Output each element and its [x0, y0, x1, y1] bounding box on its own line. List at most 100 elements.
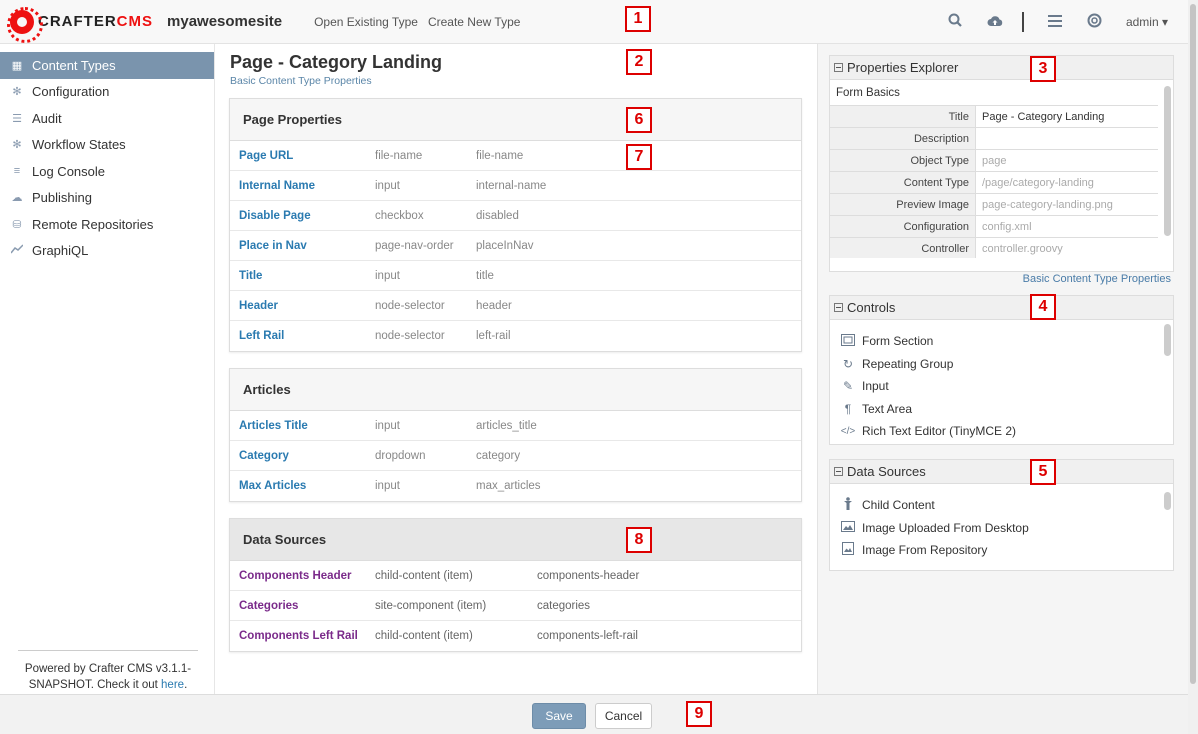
field-row[interactable]: Articles Title input articles_title	[230, 411, 801, 441]
annotation-marker: 5	[1030, 459, 1056, 485]
property-input[interactable]	[976, 128, 1158, 149]
property-row: Controller controller.groovy	[830, 238, 1158, 258]
cloud-upload-icon[interactable]	[986, 14, 1004, 31]
page-title: Page - Category Landing	[230, 52, 443, 72]
form-section-page-properties[interactable]: Page Properties Page URL file-name file-na…	[229, 98, 802, 352]
annotation-marker: 1	[625, 6, 651, 32]
top-navbar: CRAFTERCMS myawesomesite Open Existing T…	[0, 0, 1198, 44]
collapse-icon[interactable]	[834, 467, 843, 476]
sidebar-item-graphiql[interactable]: GraphiQL	[0, 238, 214, 265]
control-form-section[interactable]: Form Section	[830, 330, 1173, 353]
controls-header[interactable]: Controls	[830, 296, 1173, 320]
section-title[interactable]: Articles	[230, 369, 801, 411]
sidebar-item-workflow-states[interactable]: ✻ Workflow States	[0, 132, 214, 159]
sidebar-item-audit[interactable]: ☰ Audit	[0, 105, 214, 132]
list-icon: ☰	[12, 112, 22, 125]
paragraph-icon: ¶	[844, 401, 852, 416]
control-rich-text-editor[interactable]: </> Rich Text Editor (TinyMCE 2)	[830, 420, 1173, 443]
datasource-image-repository[interactable]: Image From Repository	[830, 539, 1173, 562]
controls-panel: Controls Form Section ↻ Repeating Group …	[829, 295, 1174, 445]
datasource-row[interactable]: Components Left Rail child-content (item)…	[230, 621, 801, 651]
annotation-marker: 2	[626, 49, 652, 75]
property-input[interactable]: /page/category-landing	[976, 172, 1158, 193]
field-row[interactable]: Title input title	[230, 261, 801, 291]
property-row: Title Page - Category Landing	[830, 106, 1158, 128]
field-row[interactable]: Disable Page checkbox disabled	[230, 201, 801, 231]
site-name[interactable]: myawesomesite	[167, 13, 282, 30]
sidebar-item-label: Configuration	[32, 84, 110, 100]
datasource-image-uploaded[interactable]: Image Uploaded From Desktop	[830, 517, 1173, 540]
property-input[interactable]: page-category-landing.png	[976, 194, 1158, 215]
datasources-scrollbar[interactable]	[1164, 492, 1171, 510]
create-new-type-link[interactable]: Create New Type	[428, 15, 521, 29]
control-repeating-group[interactable]: ↻ Repeating Group	[830, 353, 1173, 376]
field-row[interactable]: Category dropdown category	[230, 441, 801, 471]
cancel-button[interactable]: Cancel	[595, 703, 652, 729]
user-menu[interactable]: admin ▾	[1126, 15, 1168, 29]
basic-content-type-properties-link[interactable]: Basic Content Type Properties	[1023, 273, 1171, 285]
field-row[interactable]: Left Rail node-selector left-rail	[230, 321, 801, 351]
toolbar-divider	[1021, 12, 1024, 32]
datasource-child-content[interactable]: Child Content	[830, 494, 1173, 517]
right-panel: Properties Explorer Form Basics Title Pag…	[817, 44, 1188, 694]
page-scrollbar[interactable]	[1188, 0, 1198, 734]
section-title[interactable]: Page Properties	[230, 99, 801, 141]
control-text-area[interactable]: ¶ Text Area	[830, 398, 1173, 421]
sidebar-item-label: Audit	[32, 110, 62, 126]
field-row[interactable]: Header node-selector header	[230, 291, 801, 321]
gear-icon: ✻	[12, 86, 22, 99]
repeat-icon: ↻	[842, 356, 854, 371]
chart-line-icon	[10, 244, 24, 257]
datasource-row[interactable]: Categories site-component (item) categorie…	[230, 591, 801, 621]
field-row[interactable]: Internal Name input internal-name	[230, 171, 801, 201]
sidebar-item-remote-repositories[interactable]: ⛁ Remote Repositories	[0, 211, 214, 238]
page-scrollbar-thumb[interactable]	[1190, 4, 1196, 684]
sidebar-item-log-console[interactable]: ≡ Log Console	[0, 158, 214, 185]
property-row: Preview Image page-category-landing.png	[830, 194, 1158, 216]
property-row: Object Type page	[830, 150, 1158, 172]
properties-explorer-header[interactable]: Properties Explorer	[830, 56, 1173, 80]
datasource-row[interactable]: Components Header child-content (item) com…	[230, 561, 801, 591]
content-type-properties-link[interactable]: Basic Content Type Properties	[230, 75, 372, 87]
crafter-logo[interactable]: CRAFTERCMS	[7, 6, 154, 43]
open-existing-type-link[interactable]: Open Existing Type	[314, 15, 418, 29]
form-basics-label: Form Basics	[830, 80, 1158, 106]
datasources-section[interactable]: Data Sources Components Header child-cont…	[229, 518, 802, 652]
property-input[interactable]: page	[976, 150, 1158, 171]
properties-explorer: Properties Explorer Form Basics Title Pag…	[829, 55, 1174, 272]
help-icon[interactable]	[1086, 13, 1104, 32]
collapse-icon[interactable]	[834, 303, 843, 312]
sidebar-item-label: Content Types	[32, 57, 116, 73]
sidebar-item-label: Remote Repositories	[32, 216, 154, 232]
annotation-marker: 7	[626, 144, 652, 170]
sidebar-item-publishing[interactable]: ☁ Publishing	[0, 185, 214, 212]
crafter-here-link[interactable]: here	[161, 679, 184, 691]
content-type-editor: Page - Category Landing Basic Content Ty…	[215, 44, 817, 694]
image-icon	[840, 520, 856, 535]
bottom-action-bar: Save Cancel	[0, 694, 1188, 734]
form-section-articles[interactable]: Articles Articles Title input articles_tit…	[229, 368, 802, 502]
properties-scrollbar[interactable]	[1164, 86, 1171, 236]
logo-text: CRAFTERCMS	[38, 13, 154, 30]
collapse-icon[interactable]	[834, 63, 843, 72]
datasources-panel: Data Sources Child Content Image Uploade…	[829, 459, 1174, 571]
property-row: Content Type/page/category-landing	[830, 172, 1158, 194]
save-button[interactable]: Save	[532, 703, 586, 729]
search-icon[interactable]	[946, 13, 964, 31]
annotation-marker: 4	[1030, 294, 1056, 320]
datasources-header[interactable]: Data Sources	[830, 460, 1173, 484]
section-title[interactable]: Data Sources	[230, 519, 801, 561]
field-row[interactable]: Page URL file-name file-name	[230, 141, 801, 171]
sidebar-footer: Powered by Crafter CMS v3.1.1-SNAPSHOT. …	[18, 650, 198, 693]
crafter-gear-icon	[7, 6, 43, 43]
property-input[interactable]: controller.groovy	[976, 238, 1158, 258]
menu-icon[interactable]	[1046, 14, 1064, 31]
controls-scrollbar[interactable]	[1164, 324, 1171, 356]
field-row[interactable]: Place in Nav page-nav-order placeInNav	[230, 231, 801, 261]
property-input[interactable]: Page - Category Landing	[976, 106, 1158, 127]
property-input[interactable]: config.xml	[976, 216, 1158, 237]
field-row[interactable]: Max Articles input max_articles	[230, 471, 801, 501]
sidebar-item-configuration[interactable]: ✻ Configuration	[0, 79, 214, 106]
control-input[interactable]: ✎ Input	[830, 375, 1173, 398]
sidebar-item-content-types[interactable]: ▦ Content Types	[0, 52, 214, 79]
